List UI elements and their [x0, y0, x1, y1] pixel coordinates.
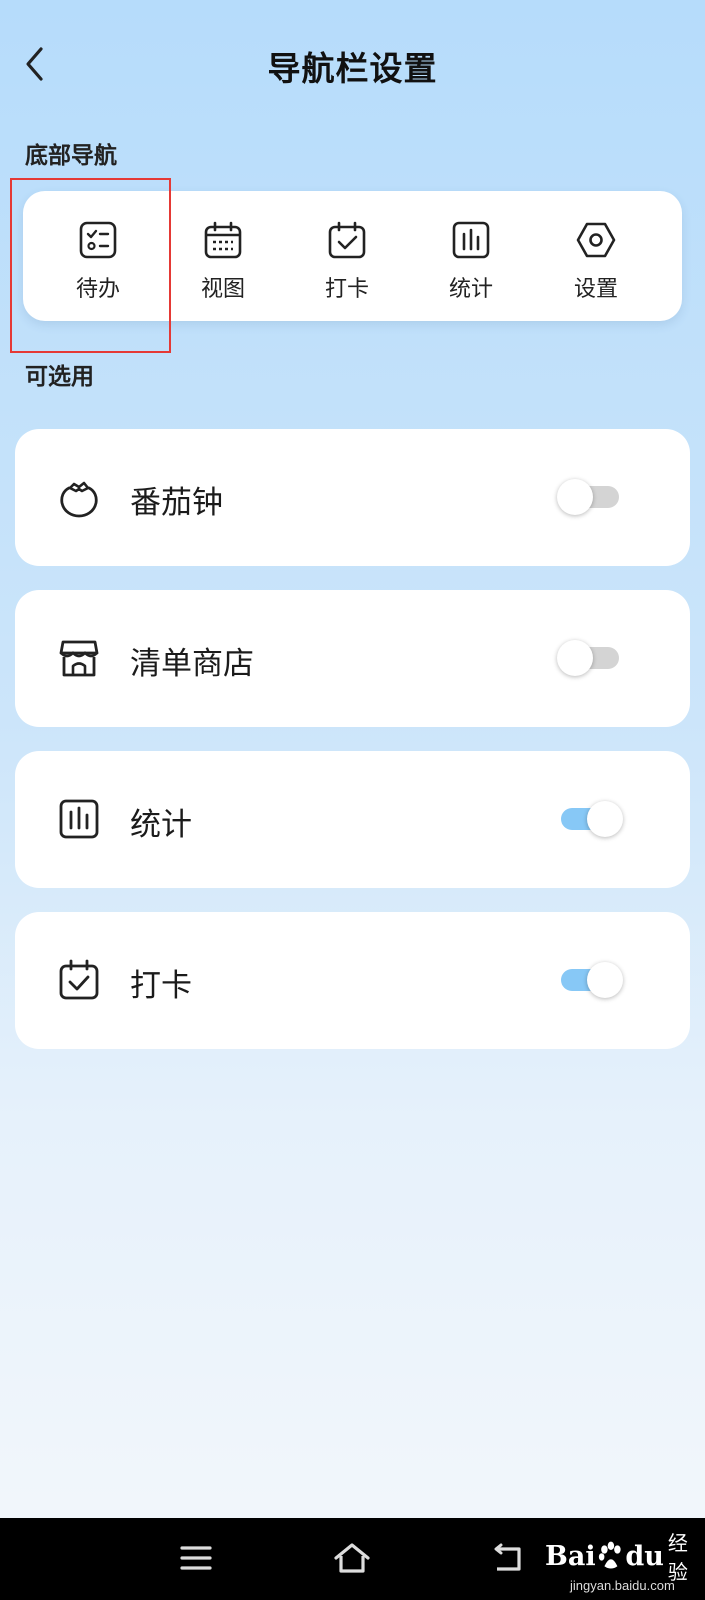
- bar-chart-icon: [59, 799, 99, 839]
- bottom-nav-section-title: 底部导航: [25, 143, 117, 169]
- nav-item-view[interactable]: 视图: [160, 191, 286, 321]
- watermark-url: jingyan.baidu.com: [570, 1578, 675, 1593]
- watermark-brand-left: Bai: [545, 1540, 596, 1572]
- nav-item-label: 设置: [573, 277, 618, 302]
- nav-item-settings[interactable]: 设置: [533, 191, 659, 321]
- back-nav-button[interactable]: [488, 1540, 528, 1576]
- option-label: 清单商店: [130, 646, 254, 682]
- back-arrow-icon: [494, 1543, 521, 1571]
- pomodoro-toggle[interactable]: [555, 477, 625, 517]
- optional-section-title: 可选用: [25, 364, 94, 390]
- option-label: 打卡: [130, 968, 192, 1004]
- list-store-toggle[interactable]: [555, 638, 625, 678]
- nav-item-label: 待办: [75, 277, 120, 302]
- bar-chart-icon: [452, 221, 490, 259]
- option-row-pomodoro: 番茄钟: [15, 429, 690, 566]
- bottom-nav-preview-card: 待办 视图 打卡 统计 设置: [23, 191, 682, 321]
- option-row-checkin: 打卡: [15, 912, 690, 1049]
- nav-item-label: 打卡: [324, 277, 369, 302]
- nav-item-checkin[interactable]: 打卡: [284, 191, 410, 321]
- header: 导航栏设置: [0, 0, 705, 130]
- store-icon: [59, 640, 99, 677]
- nav-item-label: 视图: [200, 277, 245, 302]
- toggle-knob: [587, 962, 623, 998]
- tomato-icon: [60, 481, 98, 518]
- calendar-check-icon: [328, 221, 366, 259]
- nav-item-todo[interactable]: 待办: [35, 191, 161, 321]
- watermark-product: 经验: [667, 1531, 688, 1584]
- nav-item-stats[interactable]: 统计: [408, 191, 534, 321]
- stats-toggle[interactable]: [555, 799, 625, 839]
- home-icon: [334, 1543, 370, 1573]
- todo-list-icon: [79, 221, 117, 259]
- option-row-stats: 统计: [15, 751, 690, 888]
- baidu-paw-icon: [598, 1541, 621, 1569]
- calendar-icon: [204, 221, 242, 259]
- nav-item-label: 统计: [448, 277, 493, 302]
- system-navigation-bar: Bai du 经验 jingyan.baidu.com: [0, 1518, 705, 1600]
- home-button[interactable]: [332, 1540, 372, 1576]
- calendar-check-icon: [59, 959, 99, 1000]
- toggle-knob: [557, 640, 593, 676]
- option-label: 番茄钟: [130, 485, 223, 521]
- checkin-toggle[interactable]: [555, 960, 625, 1000]
- menu-button[interactable]: [176, 1540, 216, 1576]
- toggle-knob: [557, 479, 593, 515]
- toggle-knob: [587, 801, 623, 837]
- watermark-brand-right: du: [625, 1540, 664, 1572]
- menu-icon: [180, 1546, 212, 1570]
- option-label: 统计: [130, 807, 192, 843]
- page-title: 导航栏设置: [267, 49, 438, 88]
- option-row-list-store: 清单商店: [15, 590, 690, 727]
- baidu-watermark: Bai du 经验: [545, 1531, 705, 1584]
- hexagon-settings-icon: [576, 222, 616, 258]
